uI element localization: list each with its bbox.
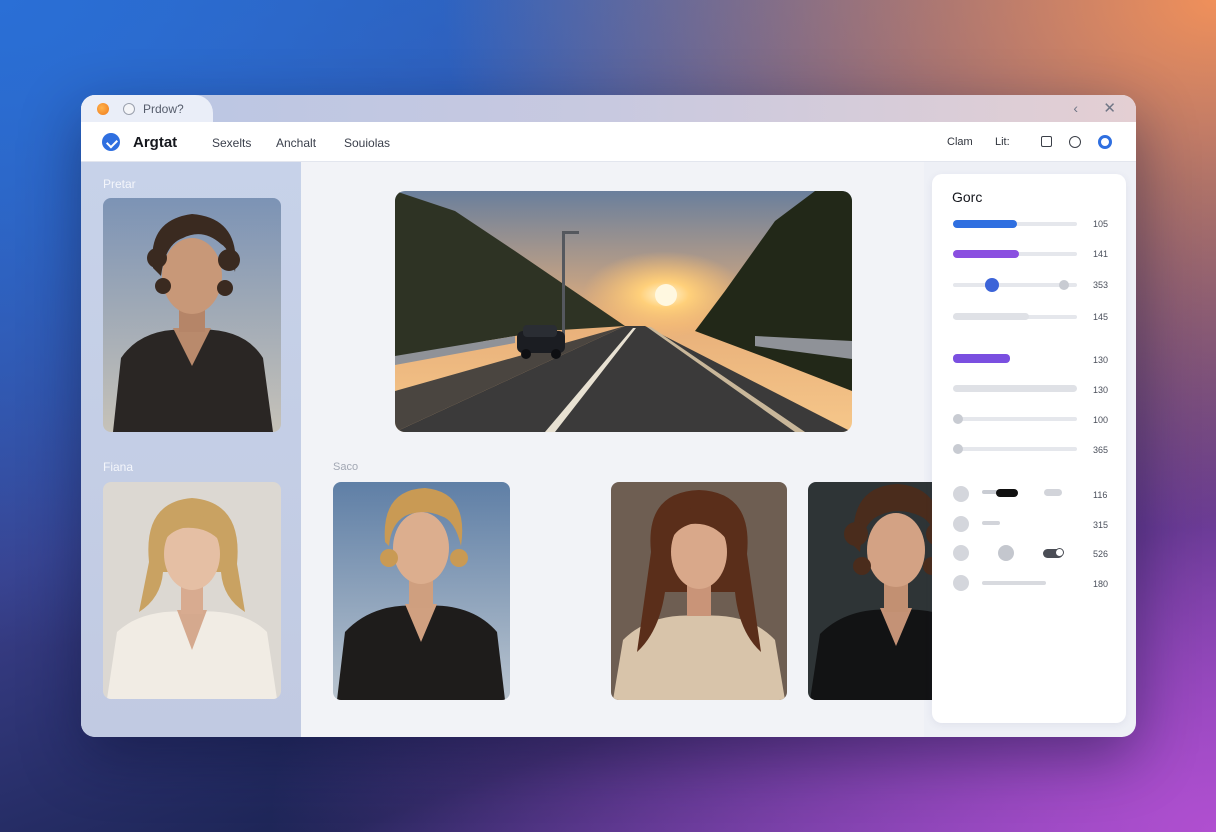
option-bar-4 bbox=[982, 581, 1046, 585]
logo-icon bbox=[102, 133, 120, 151]
browser-tab[interactable]: Prdow? bbox=[81, 95, 213, 122]
panel-title: Gorc bbox=[952, 189, 983, 205]
adjustments-panel: Gorc 105 141 353 145 130 130 100 365 116… bbox=[932, 174, 1126, 723]
slider-fill-2[interactable] bbox=[953, 250, 1019, 258]
option-circle-2[interactable] bbox=[953, 516, 969, 532]
slider-value-8: 365 bbox=[1093, 445, 1109, 455]
title-bar: Prdow? ‹ ✕ bbox=[81, 95, 1136, 122]
option-circle-1[interactable] bbox=[953, 486, 969, 502]
square-icon[interactable] bbox=[1041, 136, 1052, 147]
option-circle-3[interactable] bbox=[953, 545, 969, 561]
slider-value-2: 141 bbox=[1093, 249, 1109, 259]
main-content: Saco bbox=[301, 162, 985, 737]
slider-track-7[interactable] bbox=[953, 417, 1077, 421]
option-circle-3b[interactable] bbox=[998, 545, 1014, 561]
slider-value-6: 130 bbox=[1093, 385, 1109, 395]
slider-fill-4[interactable] bbox=[953, 313, 1029, 320]
close-icon[interactable]: ✕ bbox=[1103, 99, 1116, 117]
slider-knob-8[interactable] bbox=[953, 444, 963, 454]
top-nav: Argtat Sexelts Anchalt Souiolas Clam Lit… bbox=[81, 122, 1136, 162]
slider-value-5: 130 bbox=[1093, 355, 1109, 365]
status-circle-icon[interactable] bbox=[123, 103, 135, 115]
portrait-photo-curly-man[interactable] bbox=[103, 198, 281, 432]
slider-knob-7[interactable] bbox=[953, 414, 963, 424]
slider-value-4: 145 bbox=[1093, 312, 1109, 322]
sidebar-label-top: Pretar bbox=[103, 177, 136, 191]
header-link-1[interactable]: Clam bbox=[947, 136, 973, 148]
row-value-3: 526 bbox=[1093, 549, 1109, 559]
option-dash-2 bbox=[982, 521, 1000, 525]
chevron-left-icon[interactable]: ‹ bbox=[1073, 100, 1078, 116]
slider-value-3: 353 bbox=[1093, 280, 1109, 290]
sidebar: Pretar Fiana bbox=[81, 162, 301, 737]
slider-knob-3b[interactable] bbox=[1059, 280, 1069, 290]
row-value-1: 116 bbox=[1093, 490, 1108, 500]
sidebar-label-bottom: Fiana bbox=[103, 460, 134, 474]
gallery-label: Saco bbox=[333, 461, 359, 473]
nav-item-3[interactable]: Souiolas bbox=[344, 136, 390, 150]
slider-track-8[interactable] bbox=[953, 447, 1077, 451]
slider-track-6[interactable] bbox=[953, 385, 1077, 392]
header-link-2[interactable]: Lit: bbox=[995, 136, 1010, 148]
nav-item-2[interactable]: Anchalt bbox=[276, 136, 316, 150]
tab-title: Prdow? bbox=[143, 102, 184, 116]
slider-value-7: 100 bbox=[1093, 415, 1109, 425]
slider-value-1: 105 bbox=[1093, 219, 1109, 229]
option-pill-1[interactable] bbox=[1044, 489, 1062, 496]
slider-fill-5[interactable] bbox=[953, 354, 1010, 363]
option-circle-4[interactable] bbox=[953, 575, 969, 591]
toggle-pill-1[interactable] bbox=[996, 489, 1018, 497]
app-title: Argtat bbox=[133, 134, 178, 151]
slider-knob-3[interactable] bbox=[985, 278, 999, 292]
record-dot-icon[interactable] bbox=[97, 103, 109, 115]
circle-icon[interactable] bbox=[1069, 136, 1081, 148]
nav-item-1[interactable]: Sexelts bbox=[212, 136, 251, 150]
row-value-2: 315 bbox=[1093, 520, 1109, 530]
app-window: Prdow? ‹ ✕ Argtat Sexelts Anchalt Souiol… bbox=[81, 95, 1136, 737]
gallery-photo-1[interactable] bbox=[333, 482, 510, 700]
toggle-knob-3[interactable] bbox=[1055, 548, 1064, 557]
portrait-photo-blonde-woman[interactable] bbox=[103, 482, 281, 699]
gallery-photo-2[interactable] bbox=[611, 482, 787, 700]
ring-icon[interactable] bbox=[1098, 135, 1112, 149]
hero-photo-sunset-road[interactable] bbox=[395, 191, 852, 432]
slider-fill-1[interactable] bbox=[953, 220, 1017, 228]
row-value-4: 180 bbox=[1093, 579, 1109, 589]
